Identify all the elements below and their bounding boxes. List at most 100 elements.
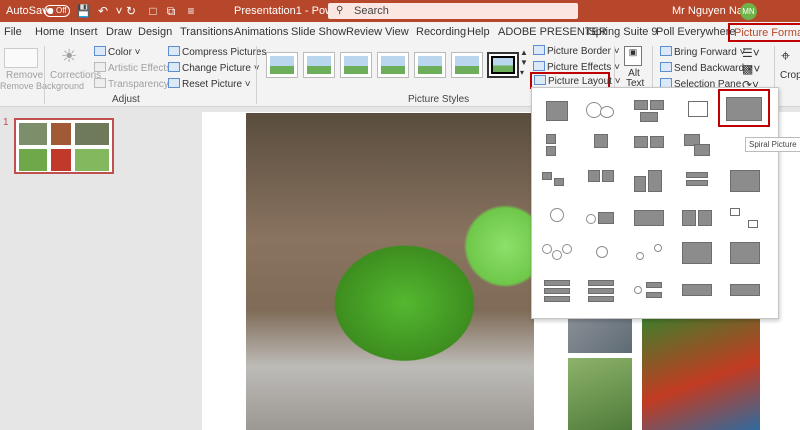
send-backward-button[interactable]: Send Backward ˅ bbox=[660, 62, 753, 74]
group-icon[interactable]: ▩˅ bbox=[742, 62, 760, 76]
remove-background-icon bbox=[4, 48, 38, 68]
alt-text-icon: ▣ bbox=[624, 46, 642, 66]
transparency-button[interactable]: Transparency ˅ bbox=[94, 78, 177, 90]
undo-icon[interactable]: ↶ bbox=[96, 0, 110, 22]
layout-option[interactable] bbox=[728, 168, 762, 194]
picture-style-5[interactable] bbox=[414, 52, 446, 78]
layout-option[interactable] bbox=[680, 278, 714, 304]
layout-option[interactable] bbox=[540, 240, 574, 266]
picture-style-3[interactable] bbox=[340, 52, 372, 78]
save-icon[interactable]: 💾 bbox=[76, 0, 91, 22]
tab-file[interactable]: File bbox=[4, 22, 22, 42]
picture-style-2[interactable] bbox=[303, 52, 335, 78]
picture-border-label: Picture Border bbox=[547, 46, 611, 57]
picture-style-6[interactable] bbox=[451, 52, 483, 78]
crop-button[interactable]: Crop bbox=[780, 70, 800, 81]
slide-number: 1 bbox=[3, 117, 9, 128]
tab-draw[interactable]: Draw bbox=[106, 22, 132, 42]
compress-label: Compress Pictures bbox=[182, 47, 267, 58]
bird-photo-small-1[interactable] bbox=[568, 318, 632, 353]
change-picture-icon bbox=[168, 62, 180, 72]
slide-thumbnail[interactable] bbox=[14, 118, 114, 174]
tab-help[interactable]: Help bbox=[467, 22, 490, 42]
picture-style-7[interactable] bbox=[487, 52, 519, 78]
tab-poll-everywhere[interactable]: Poll Everywhere bbox=[656, 22, 735, 42]
reset-picture-button[interactable]: Reset Picture ˅ bbox=[168, 78, 251, 90]
layout-option[interactable] bbox=[584, 278, 618, 304]
remove-background-label-1[interactable]: Remove bbox=[6, 70, 43, 81]
customize-toolbar-icon[interactable]: ≡ bbox=[184, 0, 198, 22]
tab-recording[interactable]: Recording bbox=[416, 22, 466, 42]
search-icon: ⚲ bbox=[336, 5, 344, 16]
styles-scroll-icon[interactable]: ▲ ▼ ▾ bbox=[520, 48, 528, 78]
tab-ispring[interactable]: iSpring Suite 9 bbox=[586, 22, 658, 42]
tab-transitions[interactable]: Transitions bbox=[180, 22, 233, 42]
layout-option[interactable] bbox=[680, 168, 714, 194]
layout-option[interactable] bbox=[632, 206, 666, 232]
thumb-tile bbox=[74, 122, 110, 146]
bird-photo-small-2[interactable] bbox=[568, 358, 632, 430]
reset-picture-icon bbox=[168, 78, 180, 88]
color-button[interactable]: Color ˅ bbox=[94, 46, 141, 58]
tab-view[interactable]: View bbox=[385, 22, 409, 42]
layout-option[interactable] bbox=[584, 206, 618, 232]
layout-option[interactable] bbox=[632, 278, 666, 304]
tab-insert[interactable]: Insert bbox=[70, 22, 98, 42]
layout-option[interactable] bbox=[584, 98, 618, 124]
layout-option[interactable] bbox=[632, 132, 666, 158]
layout-option[interactable] bbox=[540, 168, 574, 194]
picture-layout-content: Picture Layout ˅ bbox=[534, 75, 621, 87]
layout-option[interactable] bbox=[584, 132, 618, 158]
macaw-photo[interactable] bbox=[642, 318, 760, 430]
align-icon[interactable]: ☰˅ bbox=[742, 46, 760, 60]
spiral-picture-tooltip: Spiral Picture bbox=[745, 137, 800, 152]
tab-home[interactable]: Home bbox=[35, 22, 64, 42]
tab-picture-format[interactable]: Picture Format bbox=[728, 23, 800, 42]
spiral-picture-option[interactable] bbox=[718, 89, 770, 127]
layout-option[interactable] bbox=[632, 98, 666, 124]
layout-option[interactable] bbox=[680, 240, 714, 266]
artistic-effects-label: Artistic Effects bbox=[108, 63, 172, 74]
alt-text-button[interactable]: Alt Text bbox=[626, 69, 644, 89]
search-box[interactable]: ⚲ Search bbox=[328, 3, 578, 19]
tab-review[interactable]: Review bbox=[346, 22, 382, 42]
picture-border-button[interactable]: Picture Border ˅ bbox=[533, 45, 620, 57]
layout-option[interactable] bbox=[632, 240, 666, 266]
thumb-tile bbox=[18, 148, 48, 172]
layout-option[interactable] bbox=[728, 240, 762, 266]
layout-option[interactable] bbox=[632, 168, 666, 194]
bring-forward-button[interactable]: Bring Forward ˅ bbox=[660, 46, 745, 58]
layout-option[interactable] bbox=[680, 206, 714, 232]
tab-design[interactable]: Design bbox=[138, 22, 172, 42]
picture-layout-label: Picture Layout bbox=[548, 76, 612, 87]
avatar[interactable]: MN bbox=[740, 3, 757, 20]
tab-slide-show[interactable]: Slide Show bbox=[291, 22, 346, 42]
send-backward-label: Send Backward bbox=[674, 63, 745, 74]
layout-option[interactable] bbox=[540, 206, 574, 232]
layout-option[interactable] bbox=[728, 206, 762, 232]
ribbon-tabs: File Home Insert Draw Design Transitions… bbox=[0, 22, 800, 42]
clipboard-icon[interactable]: ⧉ bbox=[164, 0, 178, 22]
change-picture-button[interactable]: Change Picture ˅ bbox=[168, 62, 260, 74]
layout-option[interactable] bbox=[540, 132, 574, 158]
artistic-effects-button[interactable]: Artistic Effects ˅ bbox=[94, 62, 180, 74]
change-picture-label: Change Picture bbox=[182, 63, 251, 74]
remove-background-button[interactable]: Remove Background bbox=[0, 81, 84, 91]
layout-option[interactable] bbox=[680, 98, 714, 124]
redo-icon[interactable]: ↻ bbox=[124, 0, 138, 22]
tab-animations[interactable]: Animations bbox=[234, 22, 288, 42]
layout-option[interactable] bbox=[540, 278, 574, 304]
separator bbox=[256, 46, 257, 104]
picture-style-1[interactable] bbox=[266, 52, 298, 78]
autosave-toggle[interactable]: Off bbox=[44, 5, 70, 17]
parrot-photo[interactable] bbox=[246, 113, 534, 430]
present-icon[interactable]: □ bbox=[146, 0, 160, 22]
picture-style-4[interactable] bbox=[377, 52, 409, 78]
layout-option[interactable] bbox=[584, 168, 618, 194]
layout-option[interactable] bbox=[540, 98, 574, 124]
spiral-picture-icon bbox=[726, 97, 762, 121]
layout-option[interactable] bbox=[728, 278, 762, 304]
layout-option[interactable] bbox=[680, 132, 714, 158]
compress-pictures-button[interactable]: Compress Pictures bbox=[168, 46, 266, 58]
layout-option[interactable] bbox=[584, 240, 618, 266]
